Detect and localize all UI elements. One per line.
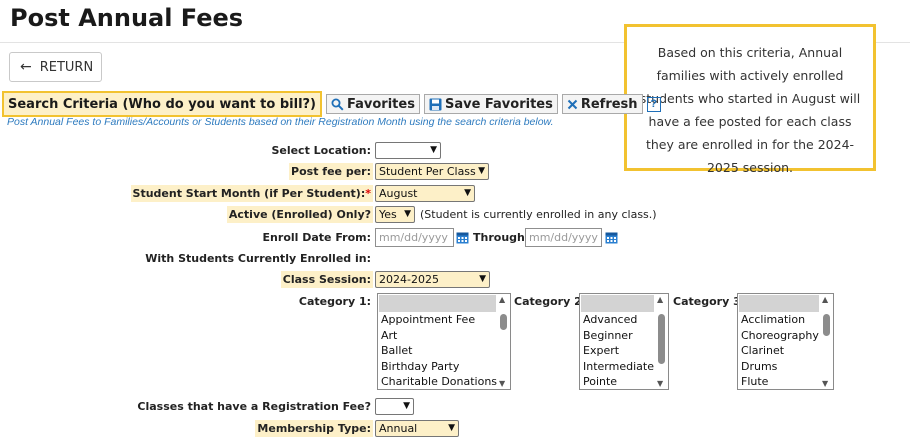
scrollbar[interactable]: ▲ ▼ [655,294,668,389]
category1-listbox[interactable]: Appointment Fee Art Ballet Birthday Part… [377,293,511,390]
annotation-callout: Based on this criteria, Annual families … [624,24,876,175]
callout-text: Based on this criteria, Annual families … [639,45,861,175]
enroll-date-from-label: Enroll Date From: [262,231,371,244]
class-session-value: 2024-2025 [379,273,439,286]
list-item[interactable]: Charitable Donations [378,374,510,389]
list-item[interactable]: Appointment Fee [378,312,510,328]
scroll-up-icon[interactable]: ▲ [657,295,663,304]
favorites-button[interactable]: Favorites [326,94,420,114]
class-session-dropdown[interactable]: 2024-2025 ▼ [375,271,490,288]
page-title: Post Annual Fees [10,4,244,32]
scroll-down-icon[interactable]: ▼ [499,379,505,388]
refresh-label: Refresh [580,96,638,112]
return-button-label: RETURN [39,59,94,75]
chevron-down-icon: ▼ [479,274,486,284]
search-icon [331,98,344,111]
category3-label: Category 3: [673,295,746,308]
chevron-down-icon: ▼ [403,401,410,411]
save-favorites-button[interactable]: Save Favorites [423,94,558,114]
list-item[interactable]: Ballet [378,343,510,359]
return-button[interactable]: ← RETURN [9,52,102,82]
active-only-value: Yes [379,208,397,221]
scrollbar[interactable]: ▲ ▼ [497,294,510,389]
chevron-down-icon: ▼ [464,188,471,198]
chevron-down-icon: ▼ [478,166,485,176]
active-only-label: Active (Enrolled) Only? [226,206,373,223]
required-mark: * [365,187,371,200]
arrow-left-icon: ← [20,59,32,75]
close-icon [567,99,578,110]
calendar-icon[interactable] [456,231,469,244]
student-start-month-label-text: Student Start Month (if Per Student): [132,187,366,200]
category1-label: Category 1: [298,295,371,308]
active-only-note: (Student is currently enrolled in any cl… [420,208,657,221]
registration-fee-label: Classes that have a Registration Fee? [137,400,371,413]
calendar-icon[interactable] [605,231,618,244]
scroll-thumb[interactable] [658,314,665,364]
help-icon[interactable]: ? [646,96,661,112]
membership-type-value: Annual [379,422,418,435]
enroll-date-through-input[interactable]: mm/dd/yyyy [525,228,602,247]
student-start-month-label: Student Start Month (if Per Student):* [130,185,373,202]
student-start-month-value: August [379,187,418,200]
scroll-down-icon[interactable]: ▼ [657,379,663,388]
list-item[interactable]: Choreography [738,328,833,344]
registration-fee-dropdown[interactable]: ▼ [375,398,414,415]
select-location-dropdown[interactable]: ▼ [375,142,441,159]
enroll-date-from-input[interactable]: mm/dd/yyyy [375,228,454,247]
save-favorites-label: Save Favorites [444,96,553,112]
enroll-date-through-label: Through: [473,231,530,244]
list-item[interactable]: Acclimation [738,312,833,328]
student-start-month-dropdown[interactable]: August ▼ [375,185,475,202]
currently-enrolled-heading: With Students Currently Enrolled in: [145,252,371,265]
list-item-blank[interactable] [581,295,654,312]
chevron-down-icon: ▼ [448,423,455,433]
scrollbar[interactable]: ▲ ▼ [820,294,833,389]
chevron-down-icon: ▼ [430,145,437,155]
list-item[interactable]: Birthday Party [378,359,510,375]
favorites-label: Favorites [347,96,415,112]
list-item[interactable]: Flute [738,374,833,389]
scroll-thumb[interactable] [823,314,830,336]
list-item[interactable]: Clarinet [738,343,833,359]
chevron-down-icon: ▼ [404,209,411,219]
post-fee-per-dropdown[interactable]: Student Per Class ▼ [375,163,489,180]
category3-listbox[interactable]: Acclimation Choreography Clarinet Drums … [737,293,834,390]
list-item-blank[interactable] [739,295,819,312]
category2-listbox[interactable]: Advanced Beginner Expert Intermediate Po… [579,293,669,390]
list-item-blank[interactable] [379,295,496,312]
refresh-button[interactable]: Refresh [561,94,643,114]
search-criteria-heading: Search Criteria (Who do you want to bill… [2,91,323,117]
scroll-up-icon[interactable]: ▲ [499,295,505,304]
save-icon [429,98,442,111]
scroll-up-icon[interactable]: ▲ [822,295,828,304]
list-item[interactable]: Drums [738,359,833,375]
post-fee-per-label: Post fee per: [289,163,373,180]
post-fee-per-value: Student Per Class [379,165,476,178]
membership-type-dropdown[interactable]: Annual ▼ [375,420,459,437]
list-item[interactable]: Art [378,328,510,344]
scroll-down-icon[interactable]: ▼ [822,379,828,388]
active-only-dropdown[interactable]: Yes ▼ [375,206,415,223]
search-toolbar: Search Criteria (Who do you want to bill… [2,91,661,117]
class-session-label: Class Session: [280,271,373,288]
page-subtitle: Post Annual Fees to Families/Accounts or… [7,116,554,128]
select-location-label: Select Location: [271,144,371,157]
category2-label: Category 2: [514,295,587,308]
scroll-thumb[interactable] [500,314,507,330]
membership-type-label: Membership Type: [255,420,373,437]
